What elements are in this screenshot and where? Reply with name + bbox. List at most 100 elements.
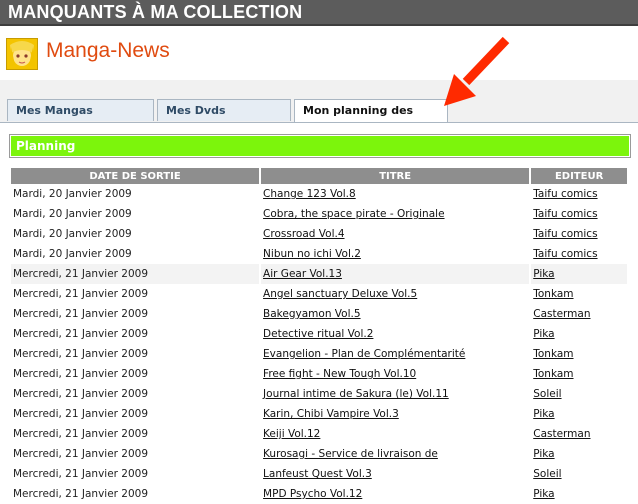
editor-link[interactable]: Casterman [533,308,590,320]
title-link[interactable]: Karin, Chibi Vampire Vol.3 [263,408,399,420]
title-link[interactable]: Cobra, the space pirate - Originale [263,208,444,220]
title-link[interactable]: Angel sanctuary Deluxe Vol.5 [263,288,417,300]
editor-cell: Casterman [531,304,627,324]
release-date-cell: Mercredi, 21 Janvier 2009 [13,428,149,440]
title-cell: Evangelion - Plan de Complémentarité [261,344,529,364]
tab-mes-mangas-manquants[interactable]: Mes Mangas Manquants [7,99,154,139]
planning-panel: Planning DATE DE SORTIE TITRE EDITEUR Ma… [0,122,638,504]
editor-link[interactable]: Soleil [533,388,561,400]
title-link[interactable]: Kurosagi - Service de livraison de [263,448,438,460]
title-link[interactable]: Bakegyamon Vol.5 [263,308,361,320]
editor-link[interactable]: Tonkam [533,348,573,360]
editor-link[interactable]: Pika [533,408,554,420]
title-link[interactable]: Free fight - New Tough Vol.10 [263,368,416,380]
table-row: Mardi, 20 Janvier 2009 Crossroad Vol.4 Tai… [11,224,627,244]
editor-link[interactable]: Taifu comics [533,188,597,200]
page-header-bar: MANQUANTS À MA COLLECTION [0,0,638,26]
table-row: Mercredi, 21 Janvier 2009 MPD Psycho Vol.… [11,484,627,504]
title-cell: Lanfeust Quest Vol.3 [261,464,529,484]
title-cell: Bakegyamon Vol.5 [261,304,529,324]
tab-mes-dvds-manquants[interactable]: Mes Dvds Manquants [157,99,291,139]
title-link[interactable]: Air Gear Vol.13 [263,268,342,280]
title-cell: Karin, Chibi Vampire Vol.3 [261,404,529,424]
red-arrow-icon [444,36,510,106]
editor-link[interactable]: Pika [533,488,554,500]
table-row: Mercredi, 21 Janvier 2009 Detective ritua… [11,324,627,344]
editor-link[interactable]: Taifu comics [533,228,597,240]
title-link[interactable]: Keiji Vol.12 [263,428,320,440]
editor-link[interactable]: Soleil [533,468,561,480]
editor-cell: Taifu comics [531,204,627,224]
title-cell: Cobra, the space pirate - Originale [261,204,529,224]
table-row: Mercredi, 21 Janvier 2009 Kurosagi - Serv… [11,444,627,464]
title-cell: Kurosagi - Service de livraison de [261,444,529,464]
release-date-cell: Mercredi, 21 Janvier 2009 [11,264,260,284]
editor-link[interactable]: Tonkam [533,368,573,380]
page-header-title: MANQUANTS À MA COLLECTION [8,2,303,22]
editor-cell: Taifu comics [531,224,627,244]
table-row: Mardi, 20 Janvier 2009 Nibun no ichi Vol.… [11,244,627,264]
planning-table: DATE DE SORTIE TITRE EDITEUR Mardi, 20 J… [9,168,629,504]
editor-link[interactable]: Pika [533,448,554,460]
table-row: Mercredi, 21 Janvier 2009 Angel sanctuary… [11,284,627,304]
release-date-cell: Mardi, 20 Janvier 2009 [13,248,132,260]
title-link[interactable]: Crossroad Vol.4 [263,228,344,240]
title-cell: Keiji Vol.12 [261,424,529,444]
title-cell: Free fight - New Tough Vol.10 [261,364,529,384]
title-link[interactable]: Nibun no ichi Vol.2 [263,248,361,260]
title-link[interactable]: Change 123 Vol.8 [263,188,356,200]
title-cell: Nibun no ichi Vol.2 [261,244,529,264]
editor-cell: Soleil [531,464,627,484]
editor-link[interactable]: Pika [533,268,554,280]
editor-link[interactable]: Taifu comics [533,208,597,220]
column-header-date[interactable]: DATE DE SORTIE [11,168,260,184]
editor-cell: Casterman [531,424,627,444]
editor-cell: Pika [531,404,627,424]
planning-section-box: Planning [9,134,631,158]
planning-section-title: Planning [11,136,629,156]
table-row: Mercredi, 21 Janvier 2009 Air Gear Vol.13… [11,264,627,284]
editor-link[interactable]: Taifu comics [533,248,597,260]
title-link[interactable]: Journal intime de Sakura (le) Vol.11 [263,388,449,400]
release-date-cell: Mercredi, 21 Janvier 2009 [13,308,149,320]
release-date-cell: Mercredi, 21 Janvier 2009 [13,288,149,300]
title-link[interactable]: Evangelion - Plan de Complémentarité [263,348,465,360]
site-header: Manga-News [0,26,638,80]
column-header-editor[interactable]: EDITEUR [531,168,627,184]
release-date-cell: Mercredi, 21 Janvier 2009 [13,348,149,360]
tabs-bar: Mes Mangas Manquants Mes Dvds Manquants … [0,80,638,139]
table-row: Mardi, 20 Janvier 2009 Change 123 Vol.8 Ta… [11,184,627,204]
title-cell: Crossroad Vol.4 [261,224,529,244]
title-link[interactable]: Detective ritual Vol.2 [263,328,373,340]
editor-cell: Pika [531,324,627,344]
tab-mon-planning-des-sorties[interactable]: Mon planning des sorties [294,99,448,139]
editor-cell: Tonkam [531,364,627,384]
manga-character-logo-icon[interactable] [6,38,38,70]
title-cell: Air Gear Vol.13 [261,264,530,284]
title-link[interactable]: MPD Psycho Vol.12 [263,488,362,500]
title-cell: Change 123 Vol.8 [261,184,529,204]
editor-cell: Pika [531,444,627,464]
table-row: Mercredi, 21 Janvier 2009 Free fight - Ne… [11,364,627,384]
table-row: Mercredi, 21 Janvier 2009 Evangelion - Pl… [11,344,627,364]
column-header-title[interactable]: TITRE [261,168,530,184]
editor-cell: Soleil [531,384,627,404]
site-brand-link[interactable]: Manga-News [46,39,170,63]
release-date-cell: Mercredi, 21 Janvier 2009 [13,448,149,460]
title-cell: MPD Psycho Vol.12 [261,484,529,504]
editor-link[interactable]: Pika [533,328,554,340]
title-cell: Angel sanctuary Deluxe Vol.5 [261,284,529,304]
release-date-cell: Mercredi, 21 Janvier 2009 [13,328,149,340]
release-date-cell: Mardi, 20 Janvier 2009 [13,228,132,240]
release-date-cell: Mardi, 20 Janvier 2009 [13,188,132,200]
release-date-cell: Mercredi, 21 Janvier 2009 [13,488,149,500]
title-link[interactable]: Lanfeust Quest Vol.3 [263,468,372,480]
editor-cell: Pika [531,264,627,284]
release-date-cell: Mardi, 20 Janvier 2009 [13,208,132,220]
editor-link[interactable]: Tonkam [533,288,573,300]
planning-table-body: Mardi, 20 Janvier 2009 Change 123 Vol.8 Ta… [11,184,627,504]
release-date-cell: Mercredi, 21 Janvier 2009 [13,368,149,380]
editor-link[interactable]: Casterman [533,428,590,440]
release-date-cell: Mercredi, 21 Janvier 2009 [13,468,149,480]
editor-cell: Tonkam [531,344,627,364]
